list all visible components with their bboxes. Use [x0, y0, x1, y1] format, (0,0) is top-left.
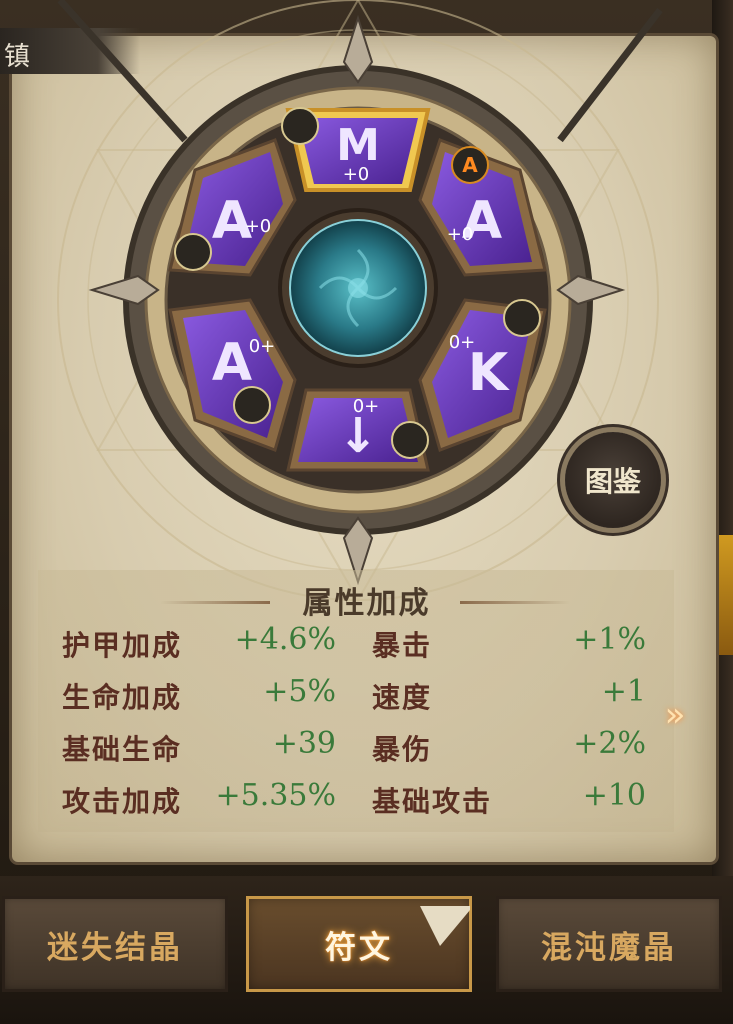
- svg-text:0+: 0+: [249, 336, 276, 357]
- wheel-core: [278, 208, 438, 368]
- stat-value: +1%: [573, 622, 646, 657]
- stat-value: +2%: [573, 726, 646, 761]
- stat-label: 生命加成: [62, 681, 183, 714]
- svg-text:A: A: [212, 333, 252, 393]
- stat-label: 速度: [372, 681, 433, 714]
- svg-text:+0: +0: [447, 224, 474, 245]
- stat-value: +1: [601, 674, 646, 709]
- rune-slot-bottom[interactable]: ↓ 0+: [286, 388, 430, 472]
- stat-label: 基础攻击: [372, 785, 493, 818]
- stat-value: +5%: [263, 674, 336, 709]
- chain-right: [557, 7, 663, 143]
- svg-text:A: A: [462, 153, 478, 177]
- stat-label: 暴伤: [372, 733, 433, 766]
- stat-value: +39: [272, 726, 336, 761]
- stat-value: +4.6%: [234, 622, 336, 657]
- stat-label: 基础生命: [62, 733, 183, 766]
- handbook-label: 图鉴: [584, 465, 641, 498]
- svg-text:0+: 0+: [449, 332, 476, 353]
- stat-label: 暴击: [372, 629, 433, 662]
- svg-text:0+: 0+: [353, 396, 380, 417]
- rune-slot-top[interactable]: M +0: [281, 107, 431, 192]
- handbook-button[interactable]: 图鉴: [565, 432, 661, 528]
- stat-label: 攻击加成: [62, 785, 183, 818]
- svg-text:+0: +0: [343, 164, 370, 185]
- tab-chaos-crystal[interactable]: 混沌魔晶: [496, 896, 722, 992]
- tab-chaos-crystal-label: 混沌魔晶: [541, 929, 677, 966]
- stats-title: 属性加成: [302, 586, 431, 621]
- stat-label: 护甲加成: [62, 629, 183, 662]
- svg-text:+0: +0: [245, 216, 272, 237]
- next-page-arrow-icon[interactable]: »: [655, 695, 695, 735]
- tab-lost-crystal[interactable]: 迷失结晶: [2, 896, 228, 992]
- stat-value: +10: [582, 778, 646, 813]
- tab-lost-crystal-label: 迷失结晶: [47, 929, 183, 966]
- tab-rune-label: 符文: [325, 929, 393, 966]
- stat-value: +5.35%: [215, 778, 336, 813]
